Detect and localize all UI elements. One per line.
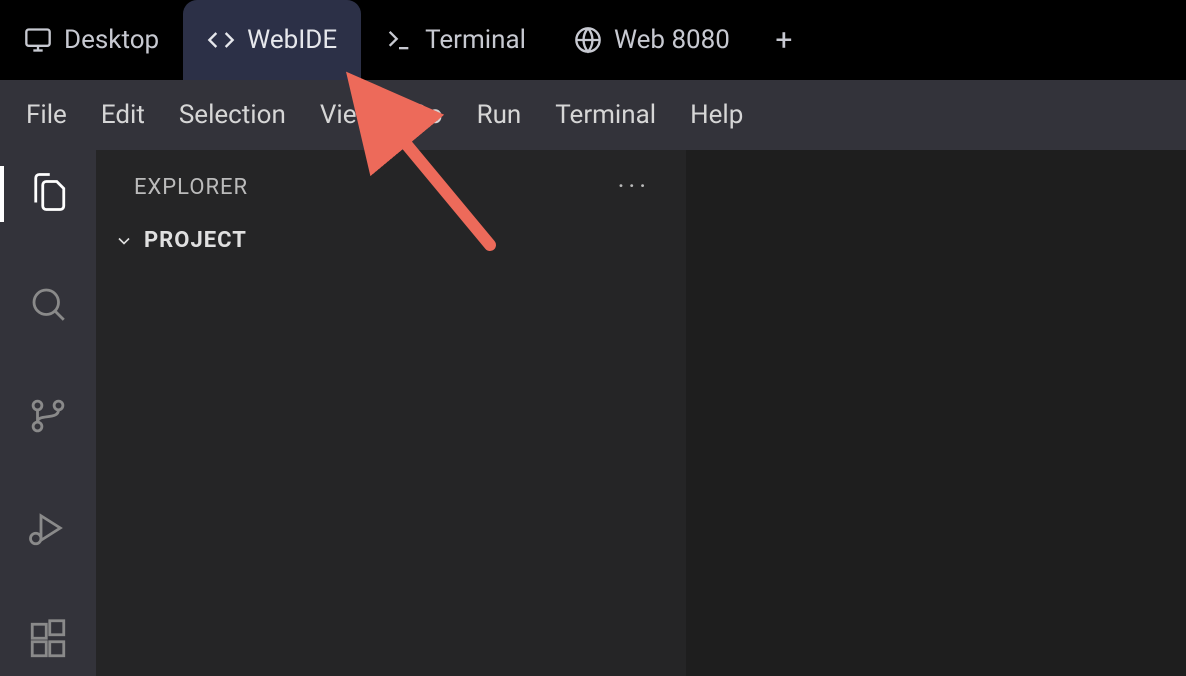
menu-go[interactable]: Go — [408, 94, 445, 136]
activity-source-control[interactable] — [0, 384, 96, 452]
sidebar-title: EXPLORER — [134, 175, 248, 200]
top-tab-strip: Desktop WebIDE Terminal Web 8080 + — [0, 0, 1186, 80]
tab-webide[interactable]: WebIDE — [183, 0, 361, 80]
menu-run[interactable]: Run — [475, 94, 524, 136]
menu-view[interactable]: View — [318, 94, 378, 136]
globe-icon — [574, 26, 602, 54]
workbench-body: EXPLORER ··· PROJECT — [0, 150, 1186, 676]
chevron-down-icon — [114, 231, 134, 251]
activity-explorer[interactable] — [0, 160, 96, 228]
tab-label: Terminal — [425, 25, 526, 55]
tab-label: Web 8080 — [614, 25, 730, 55]
files-icon — [27, 171, 69, 217]
activity-run-debug[interactable] — [0, 496, 96, 564]
monitor-icon — [24, 26, 52, 54]
activity-extensions[interactable] — [0, 608, 96, 676]
sidebar-section-label: PROJECT — [144, 228, 247, 253]
tab-label: Desktop — [64, 25, 159, 55]
sidebar-section-project[interactable]: PROJECT — [96, 224, 686, 257]
tab-web-8080[interactable]: Web 8080 — [550, 0, 754, 80]
menu-help[interactable]: Help — [688, 94, 745, 136]
tab-desktop[interactable]: Desktop — [0, 0, 183, 80]
editor-area — [686, 150, 1186, 676]
menu-file[interactable]: File — [24, 94, 69, 136]
add-tab-button[interactable]: + — [754, 0, 814, 80]
tab-terminal[interactable]: Terminal — [361, 0, 550, 80]
play-bug-icon — [27, 507, 69, 553]
activity-search[interactable] — [0, 272, 96, 340]
menubar: File Edit Selection View Go Run Terminal… — [0, 80, 1186, 150]
extensions-icon — [27, 619, 69, 665]
terminal-icon — [385, 26, 413, 54]
plus-icon: + — [775, 23, 792, 58]
menu-terminal[interactable]: Terminal — [553, 94, 658, 136]
activity-bar — [0, 150, 96, 676]
sidebar-header: EXPLORER ··· — [96, 150, 686, 224]
search-icon — [27, 283, 69, 329]
explorer-sidebar: EXPLORER ··· PROJECT — [96, 150, 686, 676]
branch-icon — [27, 395, 69, 441]
menu-selection[interactable]: Selection — [177, 94, 288, 136]
tab-label: WebIDE — [247, 25, 337, 55]
menu-edit[interactable]: Edit — [99, 94, 147, 136]
code-icon — [207, 26, 235, 54]
sidebar-more-button[interactable]: ··· — [610, 168, 658, 206]
